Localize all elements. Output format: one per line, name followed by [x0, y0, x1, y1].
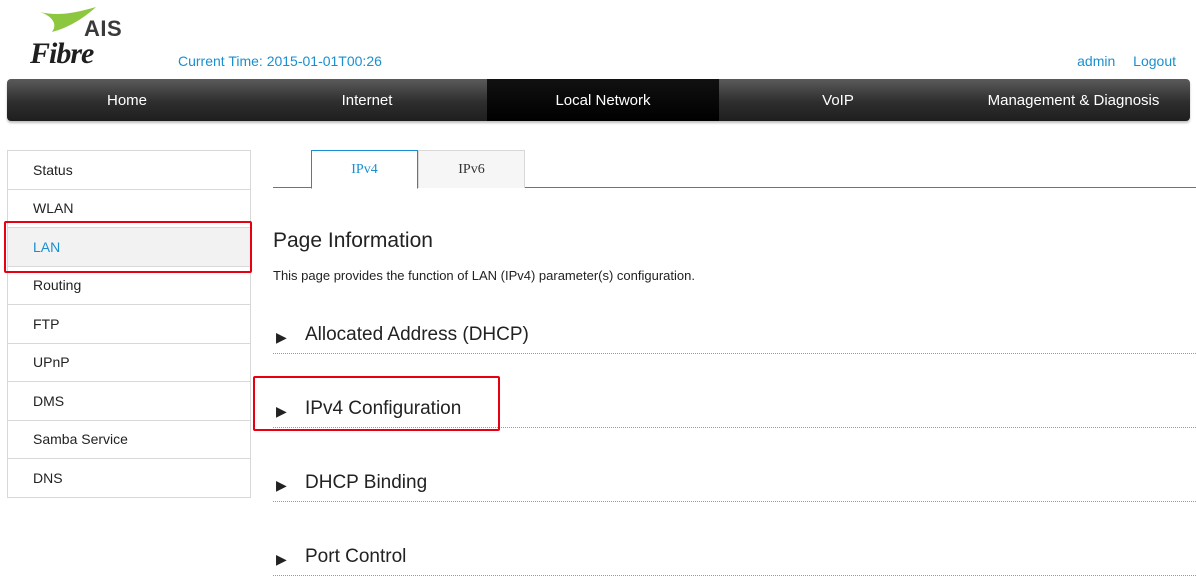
nav-voip[interactable]: VoIP: [719, 79, 957, 121]
ip-version-tabs: IPv4 IPv6: [273, 150, 1196, 189]
sidebar: Status WLAN LAN Routing FTP UPnP DMS Sam…: [7, 150, 251, 498]
ipv4-configuration-highlight-box: [253, 376, 500, 431]
section-port-control[interactable]: ▶ Port Control: [273, 546, 1196, 576]
main-navbar: Home Internet Local Network VoIP Managem…: [7, 79, 1190, 121]
nav-local-network[interactable]: Local Network: [487, 79, 719, 121]
nav-management-diagnosis[interactable]: Management & Diagnosis: [957, 79, 1190, 121]
sidebar-item-dns[interactable]: DNS: [8, 459, 250, 498]
page-title: Page Information: [273, 229, 433, 252]
triangle-right-icon: ▶: [276, 477, 287, 493]
logo-product-text: Fibre: [30, 37, 94, 70]
page-description: This page provides the function of LAN (…: [273, 268, 695, 283]
section-label: DHCP Binding: [305, 472, 428, 493]
tab-ipv4[interactable]: IPv4: [311, 150, 418, 189]
section-allocated-address-dhcp[interactable]: ▶ Allocated Address (DHCP): [273, 324, 1196, 354]
sidebar-item-status[interactable]: Status: [8, 151, 250, 190]
ais-fibre-logo: AIS Fibre: [28, 6, 138, 70]
user-links: admin Logout: [1077, 53, 1176, 69]
triangle-right-icon: ▶: [276, 551, 287, 567]
lan-highlight-box: [4, 221, 252, 273]
nav-internet[interactable]: Internet: [247, 79, 487, 121]
sidebar-item-dms[interactable]: DMS: [8, 382, 250, 421]
triangle-right-icon: ▶: [276, 329, 287, 345]
sidebar-item-samba-service[interactable]: Samba Service: [8, 421, 250, 459]
logout-link[interactable]: Logout: [1133, 53, 1176, 69]
section-label: Port Control: [305, 546, 407, 567]
sidebar-item-upnp[interactable]: UPnP: [8, 344, 250, 382]
nav-home[interactable]: Home: [7, 79, 247, 121]
admin-link[interactable]: admin: [1077, 53, 1115, 69]
sidebar-item-ftp[interactable]: FTP: [8, 305, 250, 344]
current-time: Current Time: 2015-01-01T00:26: [178, 53, 382, 69]
section-label: Allocated Address (DHCP): [305, 324, 529, 345]
tab-ipv6[interactable]: IPv6: [418, 150, 525, 188]
section-dhcp-binding[interactable]: ▶ DHCP Binding: [273, 472, 1196, 502]
